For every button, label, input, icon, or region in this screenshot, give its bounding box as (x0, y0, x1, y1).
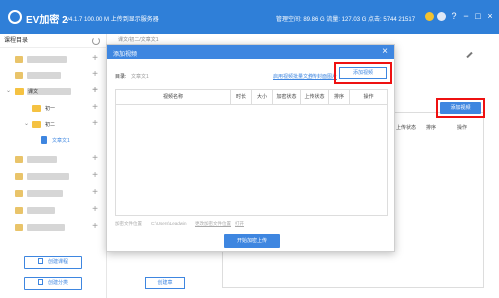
folder-icon (15, 190, 23, 197)
close-window-button[interactable]: × (485, 10, 495, 22)
add-icon[interactable]: + (92, 221, 98, 232)
chevron-down-icon[interactable]: ⌄ (6, 87, 11, 94)
column-header-actions: 操作 (457, 125, 468, 131)
folder-icon (15, 72, 23, 79)
save-path-value: C:\Users\Leadwin (151, 221, 187, 226)
directory-value: 文章文1 (131, 74, 149, 80)
folder-icon (15, 156, 23, 163)
tree-item[interactable]: + (0, 219, 107, 236)
add-icon[interactable]: + (92, 118, 98, 129)
tree-item[interactable]: + (0, 151, 107, 168)
course-sidebar: 课程目录 + + + ⌄ 课文 + 初一 + ⌄ 初二 + 文章文1 + + +… (0, 34, 107, 298)
column-header-actions: 操作 (363, 94, 374, 100)
blurred-label (27, 224, 65, 231)
title-bar: EV加密 2 v4.1.7 100.00 M 上传到显示服务器 管理空间: 89… (0, 0, 499, 34)
app-logo-icon (8, 10, 22, 24)
tree-item-kewen[interactable]: ⌄ 课文 + (0, 83, 107, 100)
course-icon (37, 258, 43, 264)
column-header-order: 排序 (426, 125, 437, 131)
add-icon[interactable]: + (92, 53, 98, 64)
edit-pencil-icon[interactable] (466, 51, 473, 59)
minimize-button[interactable]: − (461, 10, 471, 22)
blurred-label (27, 190, 63, 197)
video-table-header: 视频名称 时长 大小 加密状态 上传状态 排序 操作 (116, 90, 387, 105)
folder-icon (15, 56, 23, 63)
folder-icon (15, 224, 23, 231)
tree-item-label: 初一 (45, 106, 56, 112)
add-icon[interactable]: + (92, 170, 98, 181)
chevron-down-icon[interactable]: ⌄ (24, 120, 29, 127)
maximize-button[interactable]: □ (473, 10, 483, 22)
sidebar-header: 课程目录 (0, 34, 106, 48)
column-header-duration: 时长 (231, 90, 252, 105)
sidebar-title: 课程目录 (4, 38, 29, 44)
folder-icon (15, 173, 23, 180)
dialog-header: 添加视频 × (107, 45, 394, 59)
column-header-upload-status: 上传状态 (396, 125, 417, 131)
tree-item-selected-doc[interactable]: 文章文1 (0, 132, 107, 149)
add-icon[interactable]: + (92, 153, 98, 164)
refresh-icon[interactable] (92, 37, 100, 45)
add-video-button[interactable]: 添加视频 (339, 67, 387, 79)
create-category-button[interactable]: 创建分类 (24, 277, 82, 290)
add-icon[interactable]: + (92, 85, 98, 96)
upload-cover-link[interactable]: 上传封面图片 (307, 73, 337, 80)
help-button[interactable]: ? (449, 10, 459, 22)
tree-item-chuer[interactable]: ⌄ 初二 + (0, 116, 107, 133)
tree-item[interactable]: + (0, 168, 107, 185)
folder-icon (15, 207, 23, 214)
column-header-upload-status: 上传状态 (301, 90, 329, 105)
directory-label: 目录: (115, 74, 127, 80)
video-table: 视频名称 时长 大小 加密状态 上传状态 排序 操作 (115, 89, 388, 216)
app-version: v4.1.7 100.00 M 上传到显示服务器 (66, 17, 159, 23)
add-icon[interactable]: + (92, 69, 98, 80)
breadcrumb: 课文/初二/文章文1 (118, 37, 159, 43)
dialog-title: 添加视频 (113, 52, 138, 58)
add-icon[interactable]: + (92, 102, 98, 113)
usage-stats: 管理空间: 89.86 G 流量: 127.03 G 点击: 5744 2151… (276, 17, 416, 23)
column-header-order: 排序 (329, 90, 350, 105)
blurred-label (27, 207, 55, 214)
create-course-label: 创建课程 (47, 259, 68, 265)
folder-open-icon (15, 88, 24, 95)
user-avatar[interactable] (437, 12, 446, 21)
close-icon[interactable]: × (382, 46, 388, 58)
change-path-link[interactable]: 更改加密文件位置 (195, 221, 231, 227)
folder-icon (32, 105, 41, 112)
tree-item[interactable]: + (0, 51, 107, 68)
document-icon (41, 136, 47, 144)
column-header-size: 大小 (252, 90, 273, 105)
create-category-label: 创建分类 (47, 280, 68, 286)
save-path-label: 加密文件位置 (115, 221, 142, 226)
tree-item[interactable]: + (0, 185, 107, 202)
blurred-label (27, 173, 69, 180)
column-header-video-name: 视频名称 (116, 90, 231, 105)
blurred-label (27, 56, 67, 63)
folder-open-icon (32, 121, 41, 128)
create-chapter-button[interactable]: 创建章 (145, 277, 185, 289)
blurred-label (27, 72, 61, 79)
add-video-highlight: 添加视频 (436, 98, 485, 118)
open-folder-link[interactable]: 打开 (235, 221, 244, 227)
tree-item[interactable]: + (0, 67, 107, 84)
tree-item-label: 文章文1 (52, 138, 70, 144)
tree-item-label: 课文 (28, 89, 39, 95)
category-icon (37, 279, 43, 285)
app-title: EV加密 2 (26, 15, 68, 26)
blurred-label (27, 156, 57, 163)
add-video-highlight: 添加视频 (334, 62, 392, 84)
main-add-video-button[interactable]: 添加视频 (440, 102, 481, 114)
column-header-encrypt-status: 加密状态 (273, 90, 301, 105)
coin-icon[interactable] (425, 12, 434, 21)
start-encrypt-upload-button[interactable]: 开始加密上传 (224, 234, 280, 248)
add-icon[interactable]: + (92, 204, 98, 215)
tree-item-label: 初二 (45, 122, 56, 128)
add-icon[interactable]: + (92, 187, 98, 198)
tree-item-chuyi[interactable]: 初一 + (0, 100, 107, 117)
tree-item[interactable]: + (0, 202, 107, 219)
create-course-button[interactable]: 创建课程 (24, 256, 82, 269)
add-video-dialog: 添加视频 × 目录: 文章文1 启用视频批量文件 上传封面图片 添加视频 视频名… (106, 44, 395, 252)
